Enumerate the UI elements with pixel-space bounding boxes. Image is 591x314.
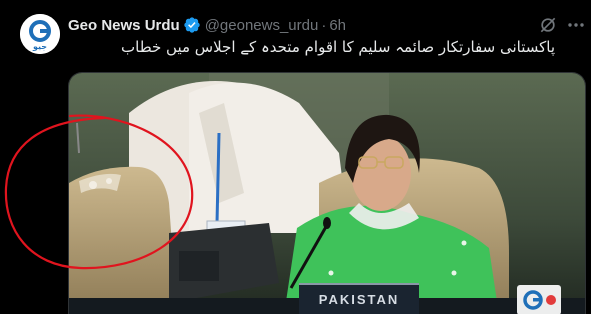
avatar-logo-text: جیو xyxy=(32,42,47,51)
geo-logo-icon xyxy=(517,285,561,314)
verified-badge-icon xyxy=(184,17,200,33)
tweet-media[interactable]: PAKISTAN xyxy=(68,72,586,314)
geo-logo-icon: جیو xyxy=(20,14,60,54)
grok-icon[interactable] xyxy=(538,15,558,35)
display-name[interactable]: Geo News Urdu xyxy=(68,17,180,34)
separator-dot: · xyxy=(321,16,327,34)
tweet[interactable]: جیو Geo News Urdu @geonews_urdu · 6h پاک… xyxy=(0,0,591,314)
country-nameplate: PAKISTAN xyxy=(299,283,419,314)
media-image xyxy=(69,73,585,314)
timestamp[interactable]: 6h xyxy=(329,17,346,34)
tweet-text: پاکستانی سفارتکار صائمہ سلیم کا اقوام مت… xyxy=(121,38,555,56)
avatar[interactable]: جیو xyxy=(20,14,60,54)
handle[interactable]: @geonews_urdu xyxy=(205,17,319,34)
tweet-header: Geo News Urdu @geonews_urdu · 6h xyxy=(68,15,346,35)
more-icon[interactable] xyxy=(565,16,587,34)
